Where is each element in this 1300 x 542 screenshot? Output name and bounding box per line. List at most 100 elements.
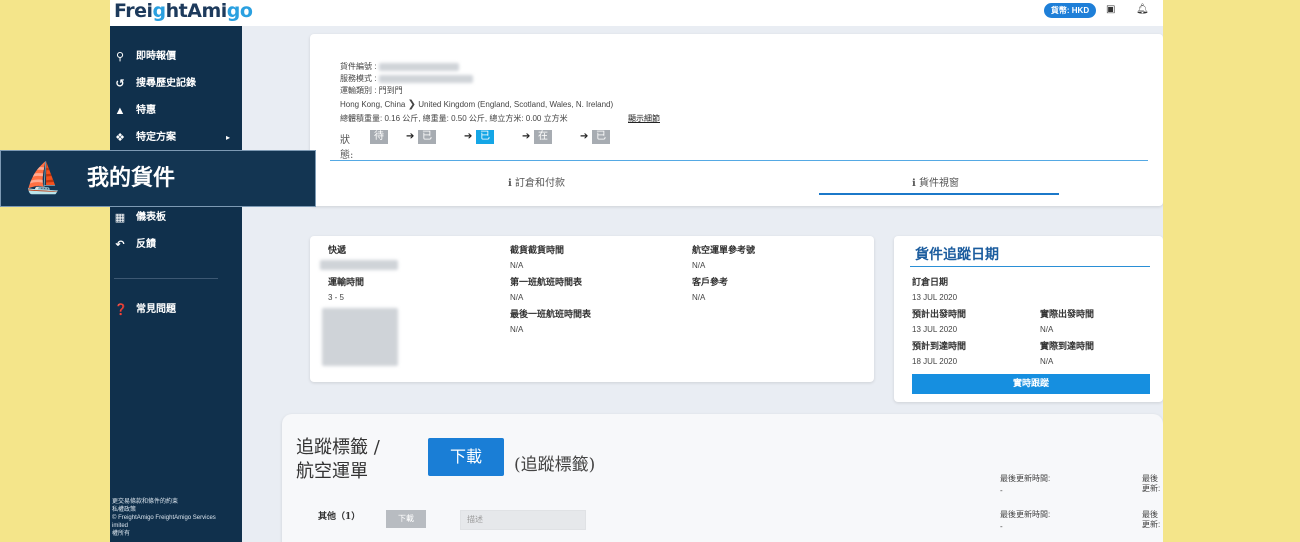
booking-date-label: 訂倉日期 [912, 278, 949, 288]
sidebar-item-promotions[interactable]: ▲ 特惠 [110, 101, 242, 121]
live-tracking-button[interactable]: 實時跟蹤 [912, 374, 1150, 394]
last-updated-by-value: - [1142, 486, 1145, 495]
title-line: 追蹤標籤 / [296, 437, 380, 458]
title-line: 航空運單 [296, 461, 368, 482]
arrow-right-icon: ➔ [406, 131, 415, 142]
last-updated-by-value: - [1142, 522, 1145, 531]
service-mode-label: 服務模式 : [340, 74, 377, 83]
history-icon: ↺ [115, 78, 125, 90]
last-update-time-value: - [1000, 522, 1003, 531]
cutoff-time-label: 截貨截貨時間 [510, 246, 565, 256]
etd-value: 13 JUL 2020 [912, 325, 958, 334]
description-input[interactable]: 描述 [460, 510, 586, 530]
last-update-time-label: 最後更新時間: [1000, 510, 1051, 519]
bell-icon[interactable]: 🔔︎ [1136, 4, 1149, 15]
sidebar-item-label: 我的貨件 [87, 165, 176, 191]
last-update-time-value: - [1000, 486, 1003, 495]
status-step-completed: 已完成 [592, 130, 610, 170]
sidebar: ⚲ 即時報價 ↺ 搜尋歷史記錄 ▲ 特惠 ❖ 特定方案 ▸ ▦ 儀表板 ↶ 反饋… [110, 26, 242, 542]
logo-text: htAmi [165, 0, 228, 22]
chevron-right-icon: ▸ [225, 133, 230, 142]
other-documents-label: 其他（1） [318, 512, 361, 522]
status-step-booked: 已訂倉 [418, 130, 436, 170]
sidebar-item-special-solutions[interactable]: ❖ 特定方案 ▸ [110, 128, 242, 148]
first-flight-value: N/A [510, 293, 524, 302]
sidebar-item-label: 搜尋歷史記錄 [136, 78, 196, 89]
shipment-details-card: 快遞 運輸時間 3 - 5 截貨截貨時間 N/A 第一班航班時間表 N/A 最後… [310, 236, 874, 382]
download-other-button[interactable]: 下載 [386, 510, 426, 528]
sidebar-item-label: 特定方案 [136, 132, 176, 143]
download-note: (追蹤標籤) [514, 455, 596, 475]
transit-time-label: 運輸時間 [328, 278, 365, 288]
sidebar-item-label: 即時報價 [136, 51, 176, 62]
redacted-courier-name [320, 260, 398, 270]
sidebar-item-feedback[interactable]: ↶ 反饋 [110, 235, 242, 255]
dashboard-icon: ▦ [114, 212, 126, 224]
sidebar-item-dashboard[interactable]: ▦ 儀表板 [110, 208, 242, 228]
customer-reference-value: N/A [692, 293, 706, 302]
origin-text: Hong Kong, China [340, 100, 406, 109]
freightamigo-logo[interactable]: FreightAmigo [114, 0, 253, 26]
footer-copyright: imited [112, 523, 129, 529]
status-step-in-transit: 在途中 [534, 130, 552, 170]
footer-terms-link[interactable]: 更交易條款和條件的約束 [112, 498, 240, 506]
last-flight-label: 最後一班航班時間表 [510, 310, 592, 320]
tab-booking-payment[interactable]: ℹ 訂倉和付款 [508, 174, 565, 189]
ship-icon: ⛵ [24, 162, 62, 195]
customer-reference-label: 客戶參考 [692, 278, 729, 288]
ata-label: 實際到達時間 [1040, 342, 1095, 352]
last-updated-by-label: 最後更新: [1142, 510, 1161, 529]
arrow-right-icon: ❯ [407, 99, 417, 110]
arrow-right-icon: ➔ [522, 131, 531, 142]
etd-label: 預計出發時間 [912, 310, 967, 320]
eta-label: 預計到達時間 [912, 342, 967, 352]
screen-icon[interactable]: ▣ [1106, 4, 1115, 15]
awb-reference-value: N/A [692, 261, 706, 270]
megaphone-icon: ▲ [114, 105, 126, 117]
status-step-confirmed: 已確認 [476, 130, 494, 170]
sidebar-item-search-history[interactable]: ↺ 搜尋歷史記錄 [110, 74, 242, 94]
atd-label: 實際出發時間 [1040, 310, 1095, 320]
atd-value: N/A [1040, 325, 1054, 334]
last-update-time-label: 最後更新時間: [1000, 474, 1051, 483]
cutoff-time-value: N/A [510, 261, 524, 270]
puzzle-icon: ❖ [115, 132, 125, 144]
shipment-totals: 總體積重量: 0.16 公斤, 總重量: 0.50 公斤, 總立方米: 0.00… [340, 114, 568, 123]
shipment-summary-card: 貨件編號 : 服務模式 : 運輸類別 : 門到門 Hong Kong, Chin… [310, 34, 1163, 206]
tracking-title-underline [910, 266, 1150, 267]
sidebar-item-label: 儀表板 [136, 212, 166, 223]
footer-copyright: © FreightAmigo FreightAmigo Services [112, 515, 216, 521]
tabs-divider [330, 160, 1148, 161]
footer-privacy-link[interactable]: 私權政策 [112, 506, 240, 514]
last-flight-value: N/A [510, 325, 524, 334]
tab-shipment-view[interactable]: ℹ 貨件視窗 [912, 174, 959, 189]
top-bar: FreightAmigo 貨幣: HKD ▣ 🔔︎ [110, 0, 1163, 26]
reply-icon: ↶ [115, 239, 125, 251]
currency-button[interactable]: 貨幣: HKD [1044, 3, 1096, 18]
eta-value: 18 JUL 2020 [912, 357, 958, 366]
transport-type: 運輸類別 : 門到門 [340, 86, 403, 95]
sidebar-item-instant-quote[interactable]: ⚲ 即時報價 [110, 47, 242, 67]
courier-label: 快遞 [328, 246, 347, 256]
redacted-value [378, 74, 473, 83]
logo-text-accent: go [226, 0, 253, 22]
ata-value: N/A [1040, 357, 1054, 366]
sidebar-divider [114, 278, 218, 279]
destination-text: United Kingdom (England, Scotland, Wales… [418, 100, 614, 109]
sidebar-item-faq[interactable]: ❓ 常見問題 [110, 300, 242, 320]
awb-reference-label: 航空運單參考號 [692, 246, 756, 256]
shipment-number-label: 貨件編號 : [340, 62, 377, 71]
show-details-link[interactable]: 顯示細節 [628, 114, 660, 124]
tracking-dates-card: 貨件追蹤日期 訂倉日期 13 JUL 2020 預計出發時間 13 JUL 20… [894, 236, 1163, 402]
sidebar-item-my-shipments[interactable]: ⛵ 我的貨件 [0, 150, 316, 207]
redacted-carrier-logo [322, 308, 398, 366]
status-step-pending: 待定 [370, 130, 388, 156]
first-flight-label: 第一班航班時間表 [510, 278, 583, 288]
download-labels-button[interactable]: 下載 [428, 438, 504, 476]
tracking-labels-card: 追蹤標籤 / 航空運單 下載 (追蹤標籤) 最後更新時間: - 最後更新: - … [282, 414, 1163, 542]
redacted-value [378, 62, 459, 71]
arrow-right-icon: ➔ [580, 131, 589, 142]
sidebar-item-label: 特惠 [136, 105, 156, 116]
tracking-labels-title: 追蹤標籤 / 航空運單 [296, 436, 380, 484]
tracking-dates-title: 貨件追蹤日期 [915, 247, 999, 263]
